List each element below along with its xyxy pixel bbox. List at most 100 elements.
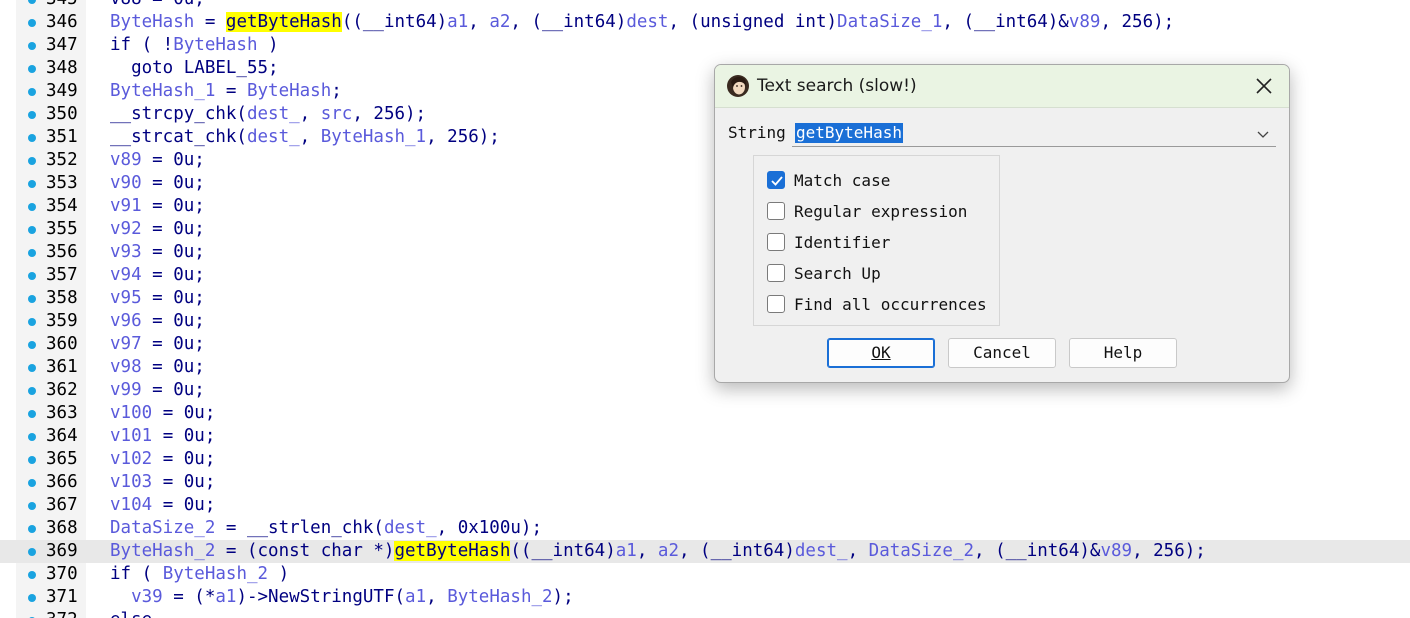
line-marker-dot-icon[interactable] (28, 0, 36, 4)
code-line[interactable]: 366 v103 = 0u; (0, 471, 1410, 494)
identifier-token[interactable]: ByteHash_1 (321, 127, 426, 147)
identifier-token[interactable]: dest_ (247, 127, 300, 147)
line-marker-dot-icon[interactable] (28, 111, 36, 119)
line-marker-dot-icon[interactable] (28, 456, 36, 464)
identifier-token[interactable]: v98 (110, 357, 142, 377)
identifier-token[interactable]: v89 (1069, 12, 1101, 32)
code-line[interactable]: 365 v102 = 0u; (0, 448, 1410, 471)
identifier-token[interactable]: v89 (110, 150, 142, 170)
identifier-token[interactable]: v93 (110, 242, 142, 262)
identifier-token[interactable]: ByteHash_1 (110, 81, 215, 101)
identifier-token[interactable]: DataSize_2 (869, 541, 974, 561)
search-match-highlight[interactable]: getByteHash (225, 12, 342, 32)
find-all-occurrences-checkbox[interactable] (767, 295, 785, 313)
line-marker-dot-icon[interactable] (28, 19, 36, 27)
identifier-token[interactable]: v104 (110, 495, 152, 515)
identifier-token[interactable]: v96 (110, 311, 142, 331)
identifier-token[interactable]: src (321, 104, 353, 124)
code-line[interactable]: 370 if ( ByteHash_2 ) (0, 563, 1410, 586)
line-marker-dot-icon[interactable] (28, 180, 36, 188)
line-marker-dot-icon[interactable] (28, 571, 36, 579)
identifier-checkbox[interactable] (767, 233, 785, 251)
code-line[interactable]: 368 DataSize_2 = __strlen_chk(dest_, 0x10… (0, 517, 1410, 540)
identifier-token[interactable]: a2 (489, 12, 510, 32)
code-line[interactable]: 345 v88 = 0u; (0, 0, 1410, 11)
identifier-token[interactable]: ByteHash (110, 12, 194, 32)
line-marker-dot-icon[interactable] (28, 134, 36, 142)
help-button[interactable]: Help (1069, 338, 1177, 368)
identifier-token[interactable]: v94 (110, 265, 142, 285)
identifier-token[interactable]: a1 (405, 587, 426, 607)
line-marker-dot-icon[interactable] (28, 318, 36, 326)
identifier-token[interactable]: dest_ (247, 104, 300, 124)
identifier-token[interactable]: v99 (110, 380, 142, 400)
identifier-token[interactable]: a1 (215, 587, 236, 607)
line-marker-dot-icon[interactable] (28, 65, 36, 73)
line-number: 360 (46, 334, 78, 354)
search-up-checkbox[interactable] (767, 264, 785, 282)
line-marker-dot-icon[interactable] (28, 364, 36, 372)
line-marker-dot-icon[interactable] (28, 42, 36, 50)
identifier-token[interactable]: v91 (110, 196, 142, 216)
line-marker-dot-icon[interactable] (28, 295, 36, 303)
code-line[interactable]: 347 if ( !ByteHash ) (0, 34, 1410, 57)
identifier-token[interactable]: ByteHash_2 (447, 587, 552, 607)
chevron-down-icon[interactable] (1256, 127, 1270, 141)
identifier-token[interactable]: v102 (110, 449, 152, 469)
search-string-value[interactable]: getByteHash (795, 123, 903, 143)
line-marker-dot-icon[interactable] (28, 479, 36, 487)
line-marker-dot-icon[interactable] (28, 433, 36, 441)
line-marker-dot-icon[interactable] (28, 249, 36, 257)
identifier-token[interactable]: ByteHash (247, 81, 331, 101)
line-marker-dot-icon[interactable] (28, 502, 36, 510)
line-marker-dot-icon[interactable] (28, 272, 36, 280)
identifier-token[interactable]: v89 (1100, 541, 1132, 561)
identifier-token[interactable]: ByteHash_2 (110, 541, 215, 561)
regular-expression-checkbox[interactable] (767, 202, 785, 220)
line-marker-dot-icon[interactable] (28, 341, 36, 349)
identifier-token[interactable]: v39 (131, 587, 163, 607)
line-marker-dot-icon[interactable] (28, 226, 36, 234)
line-marker-dot-icon[interactable] (28, 88, 36, 96)
code-text: ByteHash_2 = (const char *)getByteHash((… (110, 540, 1206, 563)
search-string-combo[interactable]: getByteHash (792, 120, 1276, 147)
line-marker-dot-icon[interactable] (28, 410, 36, 418)
identifier-token[interactable]: v90 (110, 173, 142, 193)
code-line[interactable]: 371 v39 = (*a1)->NewStringUTF(a1, ByteHa… (0, 586, 1410, 609)
identifier-token[interactable]: DataSize_1 (837, 12, 942, 32)
identifier-token[interactable]: v97 (110, 334, 142, 354)
code-line[interactable]: 363 v100 = 0u; (0, 402, 1410, 425)
line-marker-dot-icon[interactable] (28, 525, 36, 533)
identifier-token[interactable]: v92 (110, 219, 142, 239)
identifier-token[interactable]: dest_ (384, 518, 437, 538)
identifier-token[interactable]: ByteHash (173, 35, 257, 55)
cancel-button[interactable]: Cancel (948, 338, 1056, 368)
identifier-token[interactable]: v100 (110, 403, 152, 423)
line-marker-dot-icon[interactable] (28, 157, 36, 165)
identifier-token[interactable]: v103 (110, 472, 152, 492)
ok-button[interactable]: OK (827, 338, 935, 368)
identifier-token[interactable]: dest (626, 12, 668, 32)
identifier-token[interactable]: dest_ (795, 541, 848, 561)
code-line[interactable]: 364 v101 = 0u; (0, 425, 1410, 448)
code-line[interactable]: 369 ByteHash_2 = (const char *)getByteHas… (0, 540, 1410, 563)
code-line[interactable]: 367 v104 = 0u; (0, 494, 1410, 517)
code-token: goto LABEL_55; (110, 58, 279, 78)
code-line[interactable]: 346 ByteHash = getByteHash((__int64)a1, a… (0, 11, 1410, 34)
dialog-title-bar[interactable]: Text search (slow!) (715, 65, 1289, 108)
identifier-token[interactable]: a2 (658, 541, 679, 561)
line-marker-dot-icon[interactable] (28, 203, 36, 211)
identifier-token[interactable]: ByteHash_2 (163, 564, 268, 584)
identifier-token[interactable]: a1 (447, 12, 468, 32)
search-match-highlight[interactable]: getByteHash (394, 541, 511, 561)
line-marker-dot-icon[interactable] (28, 594, 36, 602)
identifier-token[interactable]: DataSize_2 (110, 518, 215, 538)
code-line[interactable]: 372 else (0, 609, 1410, 618)
line-marker-dot-icon[interactable] (28, 387, 36, 395)
match-case-checkbox[interactable] (767, 171, 785, 189)
identifier-token[interactable]: v95 (110, 288, 142, 308)
identifier-token[interactable]: v101 (110, 426, 152, 446)
identifier-token[interactable]: a1 (616, 541, 637, 561)
line-marker-dot-icon[interactable] (28, 548, 36, 556)
close-icon[interactable] (1249, 71, 1279, 101)
